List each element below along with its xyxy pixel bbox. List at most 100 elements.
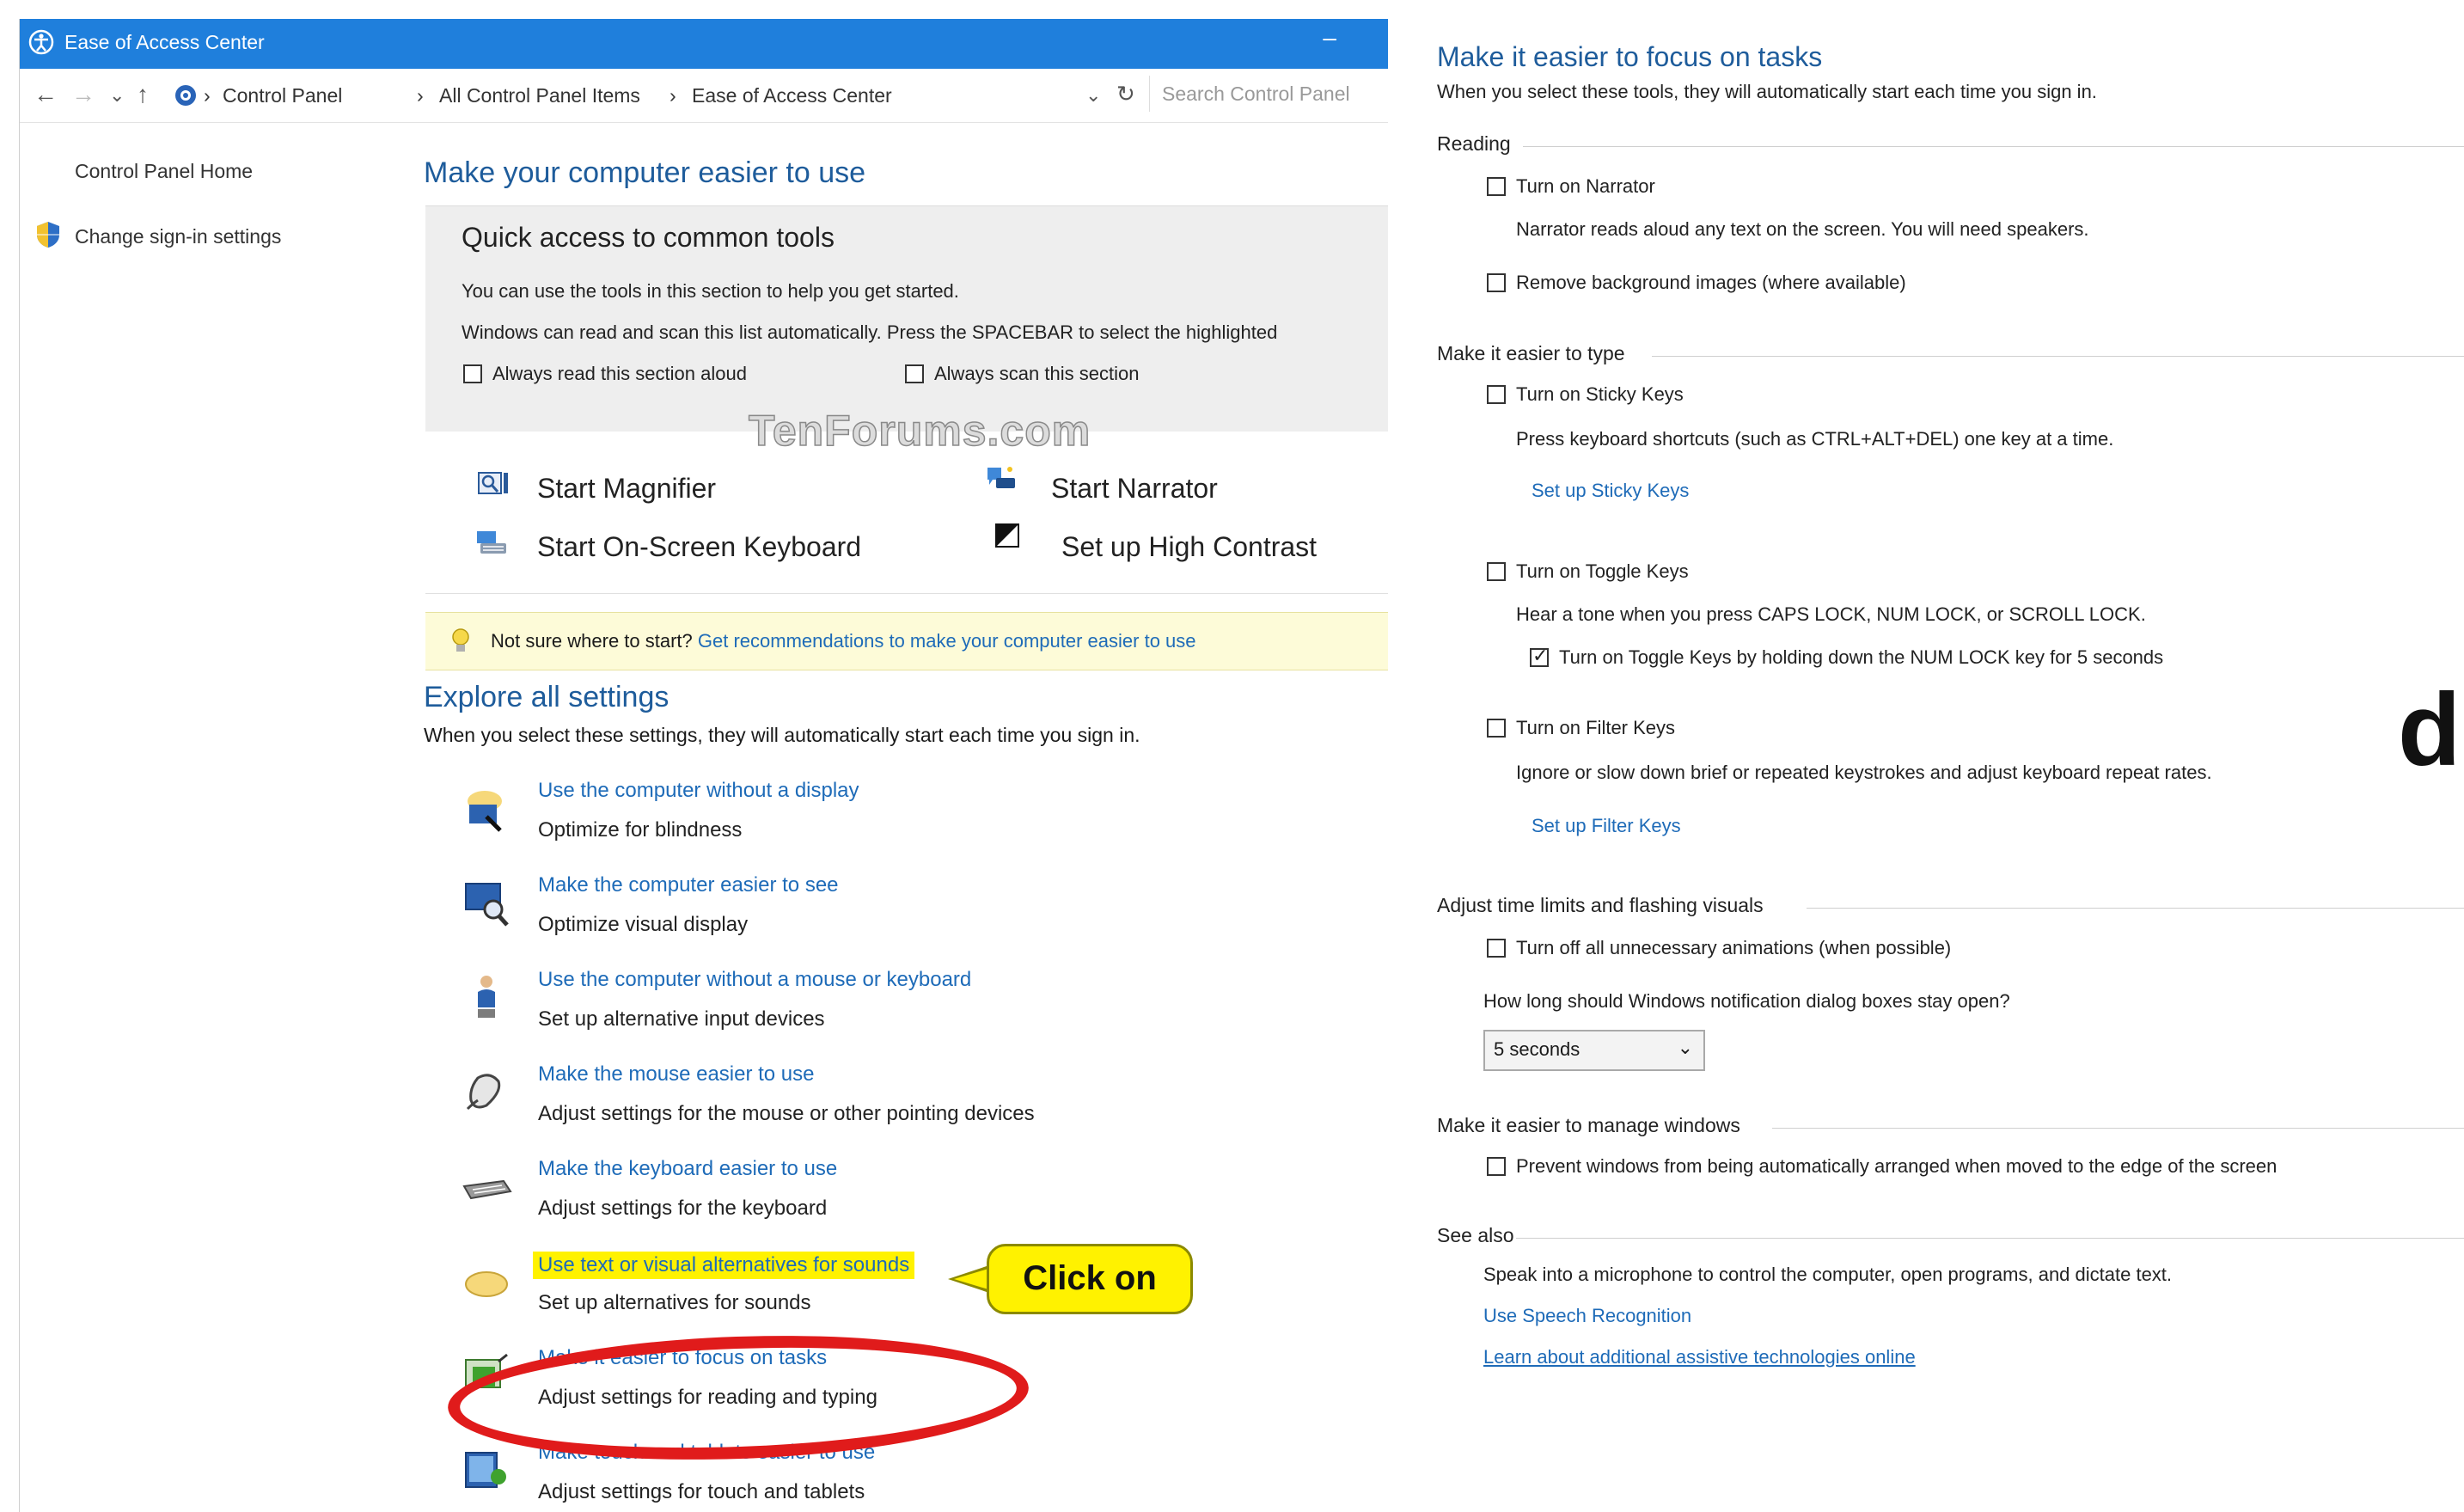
set-up-sticky-keys-link[interactable]: Set up Sticky Keys	[1532, 480, 1689, 502]
toggle-keys-description: Hear a tone when you press CAPS LOCK, NU…	[1516, 603, 2146, 625]
address-dropdown-icon[interactable]: ⌄	[1085, 84, 1101, 107]
focus-page-subtitle: When you select these tools, they will a…	[1437, 81, 2097, 102]
remove-background-checkbox[interactable]	[1487, 273, 1506, 292]
prevent-arrange-checkbox[interactable]	[1487, 1157, 1506, 1176]
notification-duration-value: 5 seconds	[1494, 1038, 1581, 1060]
setting-description: Adjust settings for touch and tablets	[538, 1480, 865, 1503]
title-bar[interactable]: Ease of Access Center –	[20, 19, 1388, 69]
breadcrumb-ease-of-access[interactable]: Ease of Access Center	[692, 84, 892, 107]
display-off-icon	[468, 791, 502, 832]
set-up-high-contrast-link[interactable]: Set up High Contrast	[1061, 531, 1317, 563]
recommendation-prefix: Not sure where to start?	[491, 630, 693, 652]
learn-assistive-technologies-link[interactable]: Learn about additional assistive technol…	[1483, 1346, 1916, 1368]
start-magnifier-link[interactable]: Start Magnifier	[537, 473, 716, 505]
notification-duration-select[interactable]: 5 seconds ⌄	[1483, 1030, 1705, 1071]
sticky-keys-checkbox[interactable]	[1487, 385, 1506, 404]
setting-description: Optimize for blindness	[538, 818, 743, 842]
set-up-filter-keys-link[interactable]: Set up Filter Keys	[1532, 815, 1681, 837]
use-without-display-link[interactable]: Use the computer without a display	[538, 779, 859, 803]
explore-subtext: When you select these settings, they wil…	[424, 724, 1140, 746]
always-read-checkbox[interactable]	[463, 364, 482, 383]
breadcrumb-separator: ›	[204, 84, 211, 107]
breadcrumb-all-items[interactable]: All Control Panel Items	[439, 84, 640, 107]
make-computer-easier-to-see-link[interactable]: Make the computer easier to see	[538, 873, 839, 897]
focus-page-title: Make it easier to focus on tasks	[1437, 41, 1823, 72]
chevron-down-icon: ⌄	[1677, 1037, 1693, 1058]
search-input[interactable]: Search Control Panel	[1149, 76, 1381, 112]
back-arrow-icon[interactable]: ←	[34, 81, 58, 108]
list-item: Use the computer without a mouse or keyb…	[445, 964, 1388, 1050]
list-item: Use text or visual alternatives for soun…	[445, 1248, 1388, 1334]
toggle-keys-label: Turn on Toggle Keys	[1516, 560, 1689, 582]
display-icon	[465, 883, 509, 927]
filter-keys-description: Ignore or slow down brief or repeated ke…	[1516, 762, 2212, 783]
breadcrumb-separator: ›	[417, 84, 424, 107]
filter-keys-checkbox[interactable]	[1487, 719, 1506, 738]
sticky-keys-description: Press keyboard shortcuts (such as CTRL+A…	[1516, 428, 2114, 450]
narrator-icon	[987, 467, 1015, 488]
common-tools: Start Magnifier Start Narrator Start On-…	[425, 432, 1388, 594]
group-typing: Make it easier to type	[1437, 342, 1625, 364]
group-see-also: See also	[1437, 1224, 1514, 1246]
remove-background-label: Remove background images (where availabl…	[1516, 272, 1906, 293]
make-keyboard-easier-link[interactable]: Make the keyboard easier to use	[538, 1157, 837, 1181]
toggle-keys-hold-label: Turn on Toggle Keys by holding down the …	[1559, 646, 2164, 668]
toggle-keys-hold-checkbox[interactable]	[1530, 645, 1549, 667]
quick-access-line2: Windows can read and scan this list auto…	[462, 321, 1278, 343]
always-scan-checkbox[interactable]	[905, 364, 924, 383]
group-manage-windows: Make it easier to manage windows	[1437, 1114, 1740, 1136]
control-panel-icon	[175, 85, 196, 106]
forward-arrow-icon[interactable]: →	[71, 81, 95, 108]
group-divider	[1523, 146, 2464, 147]
person-icon	[478, 976, 495, 1018]
callout-pointer-fill	[954, 1269, 988, 1289]
touch-tablet-icon	[465, 1452, 506, 1488]
toggle-keys-checkbox[interactable]	[1487, 562, 1506, 581]
shield-icon	[37, 222, 59, 248]
group-divider	[1652, 356, 2464, 357]
up-arrow-icon[interactable]: ↑	[137, 81, 149, 108]
breadcrumb-control-panel[interactable]: Control Panel	[223, 84, 342, 107]
setting-description: Adjust settings for the mouse or other p…	[538, 1102, 1035, 1125]
keyboard-icon	[477, 531, 506, 554]
always-scan-label: Always scan this section	[934, 363, 1140, 384]
make-mouse-easier-link[interactable]: Make the mouse easier to use	[538, 1062, 815, 1087]
sidebar-item-change-sign-in[interactable]: Change sign-in settings	[75, 225, 281, 248]
start-narrator-link[interactable]: Start Narrator	[1051, 473, 1218, 505]
keyboard-icon	[462, 1179, 512, 1200]
focus-tasks-settings-panel: Make it easier to focus on tasks When yo…	[1427, 0, 2464, 1512]
breadcrumb-separator: ›	[669, 84, 676, 107]
setting-description: Optimize visual display	[538, 913, 749, 936]
mouse-icon	[466, 1074, 501, 1111]
lightbulb-icon	[452, 628, 469, 652]
animations-label: Turn off all unnecessary animations (whe…	[1516, 937, 1952, 958]
recent-locations-icon[interactable]: ⌄	[109, 84, 125, 107]
narrator-description: Narrator reads aloud any text on the scr…	[1516, 218, 2089, 240]
use-without-mouse-keyboard-link[interactable]: Use the computer without a mouse or keyb…	[538, 968, 971, 992]
animations-checkbox[interactable]	[1487, 939, 1506, 958]
minimize-button[interactable]: –	[1323, 24, 1336, 52]
narrator-checkbox[interactable]	[1487, 177, 1506, 196]
click-on-callout: Click on	[987, 1244, 1193, 1314]
start-on-screen-keyboard-link[interactable]: Start On-Screen Keyboard	[537, 531, 861, 563]
page-title: Make your computer easier to use	[424, 156, 866, 189]
address-bar: ← → ⌄ ↑ › Control Panel › All Control Pa…	[20, 69, 1388, 123]
refresh-icon[interactable]: ↻	[1116, 81, 1135, 107]
ease-of-access-icon	[28, 29, 54, 55]
notification-question: How long should Windows notification dia…	[1483, 990, 2010, 1012]
watermark: TenForums.com	[748, 406, 1091, 456]
group-divider	[1516, 1238, 2464, 1239]
text-visual-alternatives-link[interactable]: Use text or visual alternatives for soun…	[533, 1252, 915, 1279]
always-read-label: Always read this section aloud	[492, 363, 747, 384]
use-speech-recognition-link[interactable]: Use Speech Recognition	[1483, 1305, 1691, 1327]
group-reading: Reading	[1437, 132, 1511, 155]
list-item: Use the computer without a display Optim…	[445, 775, 1388, 861]
sidebar-item-control-panel-home[interactable]: Control Panel Home	[75, 160, 253, 183]
recommendation-bar: Not sure where to start? Get recommendat…	[425, 612, 1388, 670]
get-recommendations-link[interactable]: Get recommendations to make your compute…	[698, 630, 1196, 652]
quick-access-title: Quick access to common tools	[462, 222, 835, 253]
group-divider	[1772, 1128, 2464, 1129]
speech-description: Speak into a microphone to control the c…	[1483, 1264, 2173, 1285]
explore-heading: Explore all settings	[424, 681, 669, 713]
window-title: Ease of Access Center	[64, 31, 265, 53]
